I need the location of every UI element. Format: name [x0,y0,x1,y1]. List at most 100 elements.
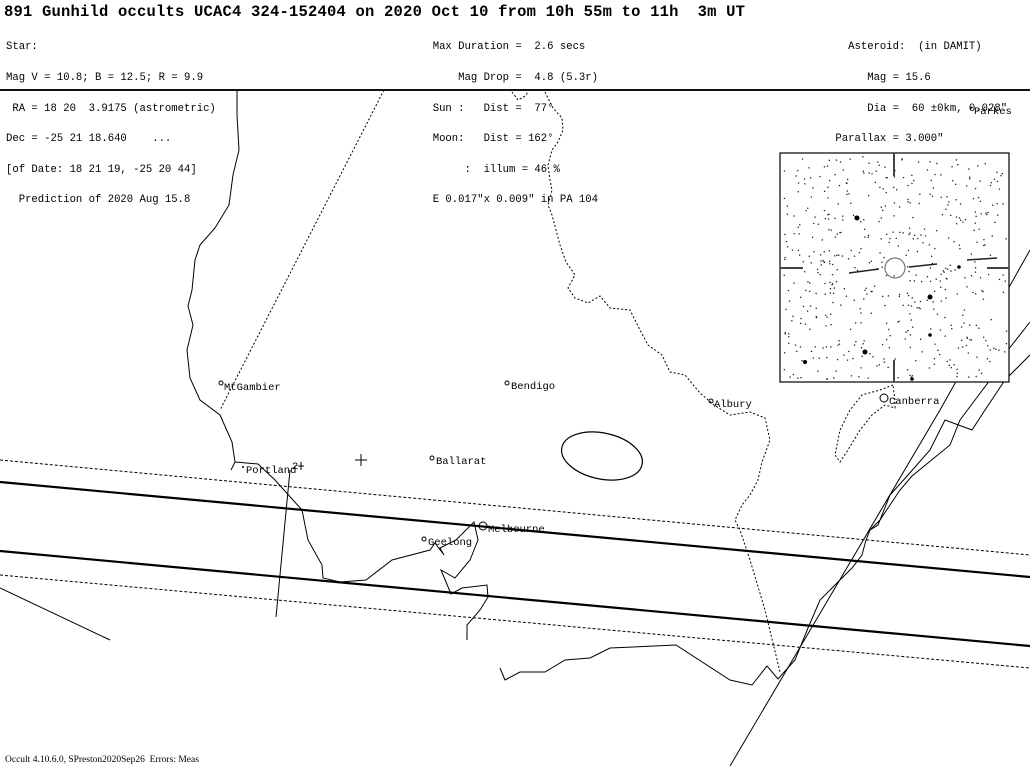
faint-star [886,322,888,324]
faint-star [982,298,985,300]
faint-star [834,255,836,257]
faint-star [902,176,905,179]
faint-star [932,187,934,189]
faint-star [860,312,862,314]
coastline-sa [186,90,240,471]
faint-star [960,219,962,221]
faint-star [848,350,850,353]
faint-star [787,289,790,292]
faint-star [911,182,913,185]
faint-star [976,356,978,358]
faint-star [825,314,827,316]
faint-star [858,251,861,254]
faint-star [908,227,911,229]
faint-star [989,254,992,256]
faint-star [861,355,863,357]
faint-star [893,215,895,217]
faint-star [878,364,880,366]
faint-star [869,353,871,355]
faint-star [920,234,922,236]
faint-star [929,267,931,269]
faint-star [835,281,838,283]
faint-star [1005,330,1008,332]
faint-star [956,375,958,378]
faint-star [860,322,862,324]
faint-star [791,249,794,251]
faint-star [830,346,832,348]
faint-star [941,214,944,216]
city-label: Canberra [889,396,939,408]
faint-star [859,308,861,310]
faint-star [1002,274,1004,276]
faint-star [983,239,985,241]
faint-star [907,249,910,252]
faint-star [849,158,851,160]
faint-star [884,166,886,168]
faint-star [933,358,936,360]
faint-star [998,188,1001,190]
faint-star [949,359,951,361]
faint-star [853,255,856,257]
faint-star [825,325,827,327]
faint-star [822,259,824,262]
faint-star [867,377,869,379]
faint-star [873,285,876,287]
faint-star [986,358,988,360]
faint-star [1000,175,1002,177]
faint-star [797,249,799,251]
faint-star [996,203,998,205]
city-label: Parkes [974,106,1012,118]
faint-star [810,305,812,307]
faint-star [955,159,958,161]
faint-star [907,304,910,306]
faint-star [829,288,832,290]
faint-star [956,223,958,225]
faint-star [826,378,828,380]
faint-star [973,229,975,231]
faint-star [854,267,856,269]
faint-star [910,305,913,307]
faint-star [930,328,932,330]
faint-star [889,335,891,337]
faint-star [796,350,798,352]
faint-star [911,174,913,176]
faint-star [797,191,799,193]
city-marker-icon [429,455,435,461]
faint-star [940,273,942,275]
city-label: Ballarat [436,456,486,468]
faint-star [837,203,839,205]
faint-star [799,346,802,348]
faint-star [939,280,941,282]
faint-star [932,301,934,303]
faint-star [907,266,909,268]
faint-star [824,282,826,285]
faint-star [950,367,952,369]
faint-star [979,180,981,182]
city-portland: Portland [242,465,296,477]
city-canberra: Canberra [879,393,939,408]
faint-star [983,336,985,338]
faint-star [845,295,848,297]
faint-star [960,326,963,328]
faint-star [872,356,874,358]
faint-star [969,176,971,178]
faint-star [793,233,795,235]
faint-star [868,262,871,264]
faint-star [834,174,836,176]
faint-star [825,346,828,348]
faint-star [828,159,830,161]
city-marker-icon [242,466,244,468]
faint-star [929,193,931,195]
faint-star [863,219,865,221]
city-label: Geelong [428,537,472,549]
faint-star [966,185,968,187]
faint-star [905,254,907,256]
faint-star [974,222,976,224]
faint-star [884,304,886,307]
faint-star [934,290,936,292]
faint-star [812,187,814,189]
faint-star [936,162,938,165]
faint-star [970,253,972,255]
faint-star [916,250,918,253]
faint-star [806,310,809,312]
